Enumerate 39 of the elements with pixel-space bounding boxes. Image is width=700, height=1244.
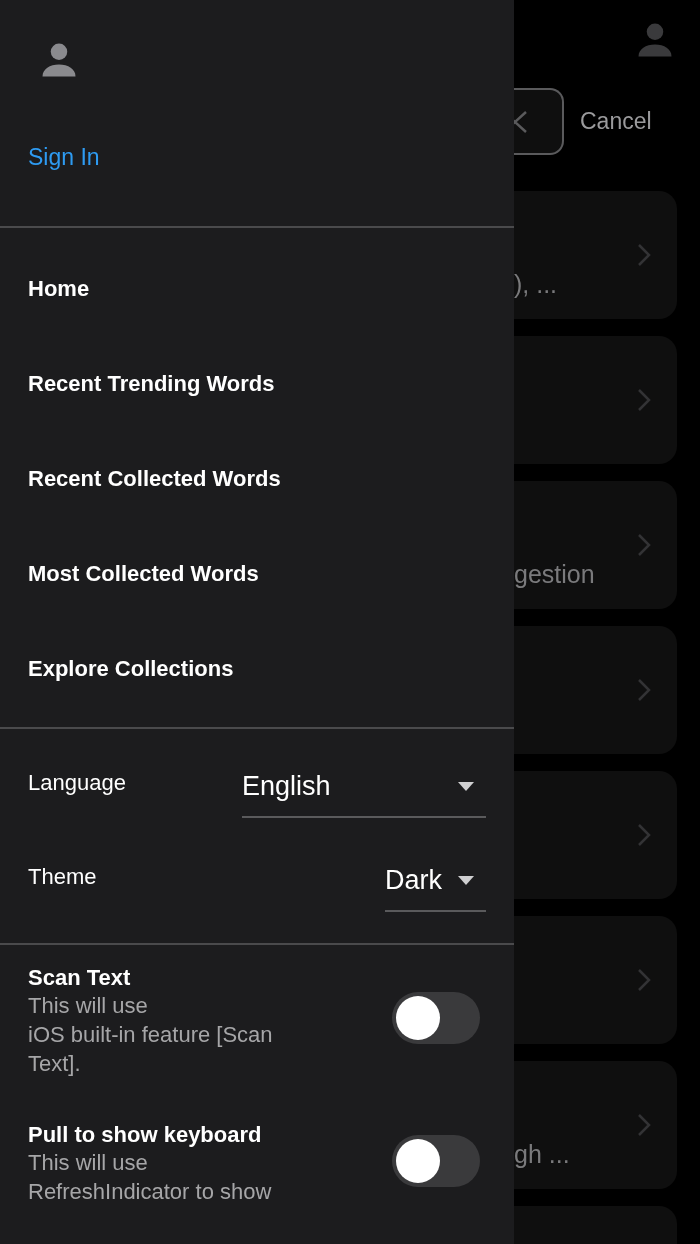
- chevron-right-icon: [637, 243, 651, 267]
- menu-item[interactable]: Recent Trending Words: [28, 367, 275, 400]
- chevron-right-icon: [637, 533, 651, 557]
- menu-item[interactable]: Recent Collected Words: [28, 462, 281, 495]
- menu-item[interactable]: Home: [28, 272, 90, 305]
- dropdown-select[interactable]: English: [242, 759, 486, 819]
- setting-description: This will use iOS built-in feature [Scan Text].: [28, 992, 274, 1078]
- caret-icon: [458, 875, 474, 885]
- setting-title: Scan Text: [28, 965, 132, 991]
- result-text: gh ...: [514, 1138, 570, 1170]
- close-icon: [514, 109, 528, 134]
- chevron-right-icon: [637, 678, 651, 702]
- result-text: gestion: [514, 558, 595, 590]
- result-card[interactable]: ), ...: [514, 191, 677, 319]
- chevron-right-icon: [637, 1113, 651, 1137]
- result-card[interactable]: gestion: [514, 481, 677, 609]
- result-card[interactable]: gh ...: [514, 1061, 677, 1189]
- result-card[interactable]: [514, 1206, 677, 1244]
- result-card[interactable]: [514, 771, 677, 899]
- chevron-right-icon: [637, 388, 651, 412]
- result-text: ), ...: [514, 268, 558, 300]
- sign-in-link[interactable]: Sign In: [28, 140, 486, 175]
- menu-item[interactable]: Most Collected Words: [28, 557, 259, 590]
- result-card[interactable]: [514, 336, 677, 464]
- setting-label: Theme: [28, 862, 97, 891]
- setting-description: This will use RefreshIndicator to show: [28, 1149, 273, 1206]
- clear-button[interactable]: [514, 88, 564, 155]
- cancel-button[interactable]: Cancel: [580, 104, 652, 139]
- result-card[interactable]: [514, 916, 677, 1044]
- chevron-right-icon: [637, 823, 651, 847]
- caret-icon: [458, 781, 474, 791]
- setting-title: Pull to show keyboard: [28, 1122, 263, 1148]
- result-card[interactable]: [514, 626, 677, 754]
- toggle-switch[interactable]: [392, 992, 480, 1044]
- menu-item[interactable]: Explore Collections: [28, 652, 234, 685]
- dropdown-select[interactable]: Dark: [385, 853, 486, 913]
- setting-label: Language: [28, 768, 126, 797]
- chevron-right-icon: [637, 968, 651, 992]
- toggle-switch[interactable]: [392, 1134, 480, 1187]
